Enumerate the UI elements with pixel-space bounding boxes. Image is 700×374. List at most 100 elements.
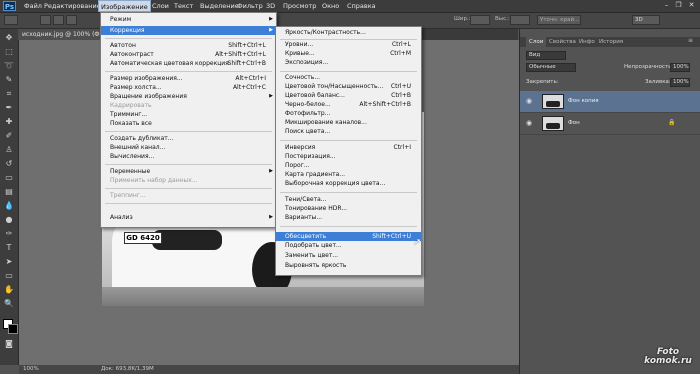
menu-item-invert[interactable]: Инверсия Ctrl+I	[276, 143, 421, 152]
menu-item-autocolor[interactable]: Автоматическая цветовая коррекция Shift+C…	[101, 59, 276, 68]
layer-name[interactable]: Фон копия	[568, 91, 599, 112]
menu-item-duplicate[interactable]: Создать дубликат...	[101, 134, 276, 143]
menu-item-shadows-highlights[interactable]: Тени/Света...	[276, 195, 421, 204]
zoom-tool-icon[interactable]: 🔍	[4, 299, 14, 309]
eyedropper-tool-icon[interactable]: ✒	[4, 103, 14, 113]
blend-mode-select[interactable]: Обычные	[526, 63, 576, 72]
menu-item-apply-dataset[interactable]: Применить набор данных...	[101, 176, 276, 185]
menu-image[interactable]: Изображение	[98, 0, 151, 12]
menu-item-trim[interactable]: Тримминг...	[101, 110, 276, 119]
menu-item-black-white[interactable]: Черно-белое... Alt+Shift+Ctrl+B	[276, 100, 421, 109]
tab-info[interactable]: Инфо	[576, 37, 598, 47]
menu-item-gradient-map[interactable]: Карта градиента...	[276, 170, 421, 179]
workspace-select[interactable]: 3D	[632, 15, 660, 25]
menu-item-replace-color[interactable]: Заменить цвет...	[276, 251, 421, 260]
menu-item-image-size[interactable]: Размер изображения... Alt+Ctrl+I	[101, 74, 276, 83]
menu-item-equalize[interactable]: Выровнять яркость	[276, 261, 421, 270]
menu-item-mode[interactable]: Режим ▶	[101, 15, 276, 24]
marquee-tool-icon[interactable]: ⬚	[4, 47, 14, 57]
healing-tool-icon[interactable]: ✚	[4, 117, 14, 127]
lock-icon[interactable]: 🔒	[668, 119, 675, 126]
menu-item-calculations[interactable]: Вычисления...	[101, 152, 276, 161]
menu-item-selective-color[interactable]: Выборочная коррекция цвета...	[276, 179, 421, 188]
move-tool-icon[interactable]: ✥	[4, 33, 14, 43]
hand-tool-icon[interactable]: ✋	[4, 285, 14, 295]
menu-item-trap[interactable]: Треппинг...	[101, 191, 276, 200]
menu-window[interactable]: Окно	[322, 0, 339, 12]
tab-history[interactable]: История	[596, 37, 626, 47]
menu-item-brightness-contrast[interactable]: Яркость/Контрастность...	[276, 28, 421, 37]
menu-item-analysis[interactable]: Анализ ▶	[101, 213, 276, 222]
menu-file[interactable]: Файл	[24, 0, 42, 12]
menu-3d[interactable]: 3D	[266, 0, 275, 12]
brush-tool-icon[interactable]: ✐	[4, 131, 14, 141]
refine-edge-button[interactable]: Уточн. край...	[537, 15, 581, 25]
restore-icon[interactable]: ❐	[674, 1, 683, 10]
menu-item-desaturate[interactable]: Обесцветить Shift+Ctrl+U	[276, 232, 421, 241]
background-color-swatch[interactable]	[8, 324, 18, 334]
menu-item-autocontrast[interactable]: Автоконтраст Alt+Shift+Ctrl+L	[101, 50, 276, 59]
menu-item-crop[interactable]: Кадрировать	[101, 101, 276, 110]
layer-row-background-copy[interactable]: ◉ Фон копия	[520, 91, 700, 113]
layer-name[interactable]: Фон	[568, 113, 580, 134]
menu-item-color-balance[interactable]: Цветовой баланс... Ctrl+B	[276, 91, 421, 100]
tab-layers[interactable]: Слои	[526, 37, 547, 47]
shape-tool-icon[interactable]: ▭	[4, 271, 14, 281]
menu-item-autotone[interactable]: Автотон Shift+Ctrl+L	[101, 41, 276, 50]
tab-properties[interactable]: Свойства	[546, 37, 579, 47]
lasso-tool-icon[interactable]: ➰	[4, 61, 14, 71]
blur-tool-icon[interactable]: 💧	[4, 201, 14, 211]
pen-tool-icon[interactable]: ✑	[4, 229, 14, 239]
crop-tool-icon[interactable]: ⌗	[4, 89, 14, 99]
menu-item-vibrance[interactable]: Сочность...	[276, 73, 421, 82]
menu-item-reveal-all[interactable]: Показать все	[101, 119, 276, 128]
menu-item-photo-filter[interactable]: Фотофильтр...	[276, 109, 421, 118]
menu-item-variables[interactable]: Переменные ▶	[101, 167, 276, 176]
menu-item-canvas-size[interactable]: Размер холста... Alt+Ctrl+C	[101, 83, 276, 92]
menu-select[interactable]: Выделение	[200, 0, 239, 12]
menu-item-channel-mixer[interactable]: Микширование каналов...	[276, 118, 421, 127]
minimize-icon[interactable]: –	[662, 1, 671, 10]
menu-item-levels[interactable]: Уровни... Ctrl+L	[276, 40, 421, 49]
close-icon[interactable]: ✕	[687, 1, 696, 10]
width-field[interactable]	[470, 15, 490, 25]
add-selection-button[interactable]	[53, 15, 64, 25]
subtract-selection-button[interactable]	[66, 15, 77, 25]
panel-menu-icon[interactable]: ≡	[688, 37, 693, 44]
fill-field[interactable]: 100%	[670, 78, 690, 87]
eraser-tool-icon[interactable]: ▭	[4, 173, 14, 183]
document-tab[interactable]: исходник.jpg @ 100% (Фо	[18, 29, 108, 40]
zoom-level[interactable]: 100%	[23, 365, 39, 374]
dodge-tool-icon[interactable]: ●	[4, 215, 14, 225]
height-field[interactable]	[510, 15, 530, 25]
visibility-eye-icon[interactable]: ◉	[526, 97, 534, 105]
menu-type[interactable]: Текст	[174, 0, 193, 12]
menu-view[interactable]: Просмотр	[283, 0, 316, 12]
menu-item-hdr-toning[interactable]: Тонирование HDR...	[276, 204, 421, 213]
opacity-field[interactable]: 100%	[670, 63, 690, 72]
menu-item-match-color[interactable]: Подобрать цвет...	[276, 241, 421, 250]
quick-mask-icon[interactable]: ◙	[4, 339, 14, 349]
menu-item-color-lookup[interactable]: Поиск цвета...	[276, 127, 421, 136]
layer-kind-filter[interactable]: Вид	[526, 51, 566, 60]
gradient-tool-icon[interactable]: ▤	[4, 187, 14, 197]
quick-select-tool-icon[interactable]: ✎	[4, 75, 14, 85]
marquee-preset-button[interactable]	[4, 15, 18, 25]
menu-edit[interactable]: Редактирование	[44, 0, 101, 12]
menu-item-posterize[interactable]: Постеризация...	[276, 152, 421, 161]
type-tool-icon[interactable]: T	[4, 243, 14, 253]
history-brush-tool-icon[interactable]: ↺	[4, 159, 14, 169]
path-select-tool-icon[interactable]: ➤	[4, 257, 14, 267]
menu-item-exposure[interactable]: Экспозиция...	[276, 58, 421, 67]
menu-item-curves[interactable]: Кривые... Ctrl+M	[276, 49, 421, 58]
menu-item-hue-saturation[interactable]: Цветовой тон/Насыщенность... Ctrl+U	[276, 82, 421, 91]
menu-filter[interactable]: Фильтр	[237, 0, 263, 12]
menu-item-threshold[interactable]: Порог...	[276, 161, 421, 170]
menu-layers[interactable]: Слои	[152, 0, 169, 12]
menu-item-rotation[interactable]: Вращение изображения ▶	[101, 92, 276, 101]
menu-item-apply-image[interactable]: Внешний канал...	[101, 143, 276, 152]
stamp-tool-icon[interactable]: ♙	[4, 145, 14, 155]
menu-help[interactable]: Справка	[347, 0, 376, 12]
visibility-eye-icon[interactable]: ◉	[526, 119, 534, 127]
new-selection-button[interactable]	[40, 15, 51, 25]
